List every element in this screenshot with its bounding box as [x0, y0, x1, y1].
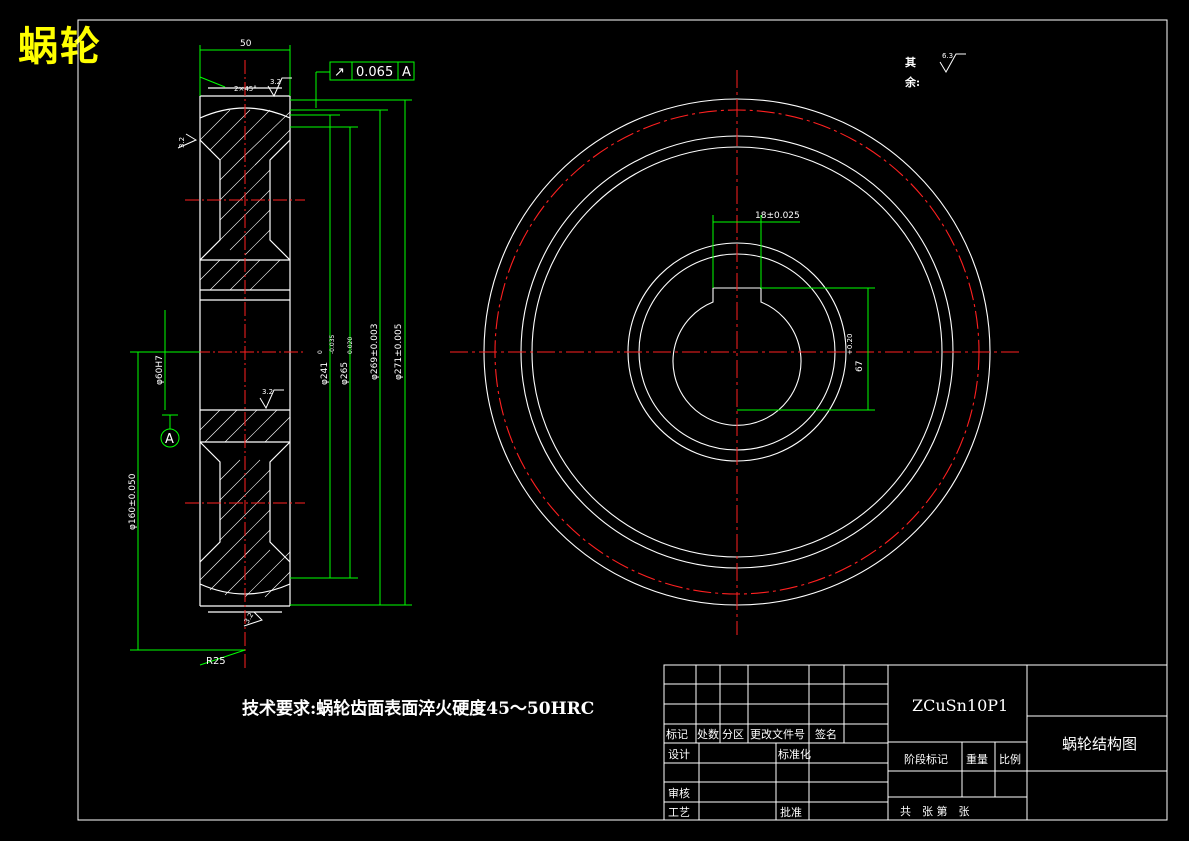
dim-chamfer: 2×45° — [234, 85, 257, 93]
dim-outer-1: φ269±0.003 — [370, 324, 380, 380]
technical-requirement: 技术要求:蜗轮齿面表面淬火硬度45～50HRC — [242, 699, 595, 719]
tb-standardization: 标准化 — [778, 747, 811, 761]
tb-count: 处数 — [697, 728, 719, 741]
dim-keyway-tol: +0.20 — [846, 334, 854, 355]
roughness-note-prefix-1: 其 — [905, 55, 916, 69]
dim-pitch-tol-upper: 0 — [317, 350, 324, 354]
front-centerlines — [450, 70, 1020, 635]
title-block-texts: ZCuSn10P1 蜗轮结构图 标记 处数 分区 更改文件号 签名 设计 标准化… — [666, 696, 1137, 819]
dim-pitch: φ241 — [320, 362, 330, 385]
dim-keyway-width: 18±0.025 — [755, 211, 800, 221]
tb-design: 设计 — [668, 748, 690, 761]
runout-datum: A — [402, 65, 411, 80]
datum-label: A — [165, 432, 174, 447]
tb-process: 工艺 — [668, 806, 690, 819]
tb-review: 审核 — [668, 786, 690, 800]
dim-width: 50 — [240, 39, 252, 49]
tb-zone: 分区 — [722, 728, 744, 741]
runout-tolerance: 0.065 — [356, 65, 393, 80]
dim-bore: φ60H7 — [155, 355, 165, 385]
engineering-drawing: 50 2×45° 3.2 3.2 3.2 3.2 ↗ 0.065 A A φ60… — [77, 19, 1168, 821]
material: ZCuSn10P1 — [912, 696, 1008, 715]
dim-pitch-tol-lower: -0.035 — [329, 334, 336, 354]
dim-throat-tol: 0.020 — [347, 337, 354, 354]
tb-weight: 重量 — [966, 752, 988, 766]
tb-mark: 标记 — [666, 727, 688, 741]
dim-hub: φ160±0.050 — [128, 473, 138, 530]
runout-symbol: ↗ — [334, 65, 345, 80]
dim-throat: φ265 — [340, 362, 350, 385]
dim-radius: R25 — [206, 656, 226, 667]
dim-keyway-depth: 67 — [855, 361, 865, 372]
tb-change-doc: 更改文件号 — [750, 727, 805, 741]
roughness-note-prefix-2: 余: — [904, 75, 920, 89]
tb-approve: 批准 — [780, 805, 802, 819]
roughness-bore: 3.2 — [262, 388, 273, 396]
roughness-note-value: 6.3 — [942, 52, 953, 60]
tb-signature: 签名 — [815, 727, 837, 741]
tb-sheets: 共 张 第 张 — [900, 804, 970, 818]
drawing-name: 蜗轮结构图 — [1062, 735, 1137, 753]
dim-outer-2: φ271±0.005 — [394, 324, 404, 380]
dimension-texts: 50 2×45° 3.2 3.2 3.2 3.2 ↗ 0.065 A A φ60… — [128, 39, 953, 667]
roughness-left: 3.2 — [178, 137, 186, 148]
roughness-top: 3.2 — [270, 78, 281, 86]
tb-scale: 比例 — [999, 752, 1021, 766]
tb-stage-mark: 阶段标记 — [904, 752, 948, 766]
